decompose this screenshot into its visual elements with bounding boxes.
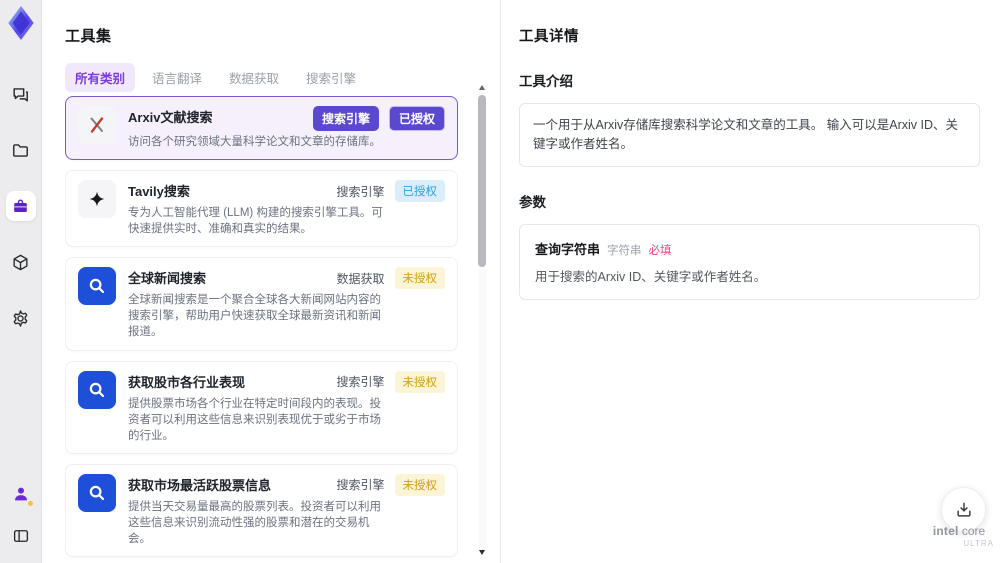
- tool-card[interactable]: 获取市场最活跃股票信息 搜索引擎 未授权 提供当天交易量最高的股票列表。投资者可…: [65, 463, 458, 558]
- tool-main: Tavily搜索 搜索引擎 已授权 专为人工智能代理 (LLM) 构建的搜索引擎…: [128, 180, 445, 237]
- gem-logo-icon: [7, 6, 34, 40]
- download-icon: [956, 502, 971, 517]
- tool-main: Arxiv文献搜索 搜索引擎 已授权 访问各个研究领域大量科学论文和文章的存储库…: [128, 106, 445, 150]
- tool-status-badge: 未授权: [394, 370, 445, 393]
- tool-main: 获取股市各行业表现 搜索引擎 未授权 提供股票市场各个行业在特定时间段内的表现。…: [128, 370, 445, 444]
- category-tabs: 所有类别 语言翻译 数据获取 搜索引擎: [65, 63, 478, 92]
- page-title: 工具集: [65, 28, 112, 45]
- bluesearch-icon: [78, 473, 116, 512]
- brand-ultra: ULTRA: [963, 539, 994, 548]
- sidebar-item-settings[interactable]: [6, 303, 36, 333]
- tool-status-badge: 已授权: [388, 106, 445, 131]
- tool-title: 获取市场最活跃股票信息: [128, 477, 272, 493]
- tool-head: Arxiv文献搜索 搜索引擎 已授权: [128, 106, 445, 131]
- sidebar-item-panel-toggle[interactable]: [6, 521, 36, 551]
- tool-title: Tavily搜索: [128, 184, 190, 200]
- tool-badges: 搜索引擎 未授权: [336, 473, 445, 496]
- tool-title: 获取股市各行业表现: [128, 374, 246, 390]
- chat-icon: [13, 87, 28, 102]
- tool-badges: 搜索引擎 未授权: [336, 370, 445, 393]
- tool-description: 提供当天交易量最高的股票列表。投资者可以利用这些信息来识别流动性强的股票和潜在的…: [128, 500, 381, 546]
- tool-status-badge: 未授权: [394, 473, 445, 496]
- tab-0[interactable]: 所有类别: [65, 63, 136, 92]
- arxiv-icon: [78, 106, 116, 144]
- tab-1[interactable]: 语言翻译: [142, 63, 212, 92]
- tool-head: 获取市场最活跃股票信息 搜索引擎 未授权: [128, 473, 445, 496]
- cube-icon: [13, 254, 28, 270]
- sparkle-icon: [89, 191, 105, 207]
- tool-badges: 搜索引擎 已授权: [336, 180, 445, 203]
- sidebar-bottom: [6, 479, 36, 551]
- param-name: 查询字符串: [535, 241, 601, 257]
- brand-core: core: [961, 524, 986, 538]
- briefcase-icon: [14, 198, 27, 212]
- tool-category-badge: 搜索引擎: [312, 106, 379, 131]
- param-description: 用于搜索的Arxiv ID、关键字或作者姓名。: [535, 269, 767, 284]
- list-scrollbar[interactable]: [478, 85, 486, 555]
- tool-category-badge: 数据获取: [336, 271, 385, 286]
- scrollbar-thumb[interactable]: [478, 95, 486, 267]
- param-required-badge: 必填: [648, 244, 672, 257]
- tool-category-badge: 搜索引擎: [336, 375, 385, 390]
- app-sidebar: [0, 0, 42, 563]
- tool-description: 全球新闻搜索是一个聚合全球各大新闻网站内容的搜索引擎，帮助用户快速获取全球最新资…: [128, 294, 381, 339]
- tab-2[interactable]: 数据获取: [219, 63, 289, 92]
- search-app-icon: [89, 382, 105, 397]
- tool-card[interactable]: 获取股市各行业表现 搜索引擎 未授权 提供股票市场各个行业在特定时间段内的表现。…: [65, 360, 458, 454]
- arxiv-chi-icon: [90, 117, 104, 133]
- param-head: 查询字符串 字符串 必填: [535, 239, 964, 258]
- params-section-label: 参数: [519, 194, 546, 210]
- tool-status-badge: 未授权: [394, 267, 445, 290]
- tool-description: 提供股票市场各个行业在特定时间段内的表现。投资者可以利用这些信息来识别表现优于或…: [128, 397, 381, 442]
- tab-3[interactable]: 搜索引擎: [296, 63, 366, 92]
- tool-description: 访问各个研究领域大量科学论文和文章的存储库。: [128, 136, 381, 148]
- sidebar-item-files[interactable]: [6, 135, 36, 165]
- tool-card[interactable]: Tavily搜索 搜索引擎 已授权 专为人工智能代理 (LLM) 构建的搜索引擎…: [65, 170, 458, 248]
- sidebar-item-models[interactable]: [6, 247, 36, 277]
- tool-title: Arxiv文献搜索: [128, 110, 213, 125]
- tool-list: Arxiv文献搜索 搜索引擎 已授权 访问各个研究领域大量科学论文和文章的存储库…: [65, 96, 478, 563]
- search-app-icon: [89, 279, 105, 294]
- tool-badges: 数据获取 未授权: [336, 267, 445, 290]
- tavily-icon: [78, 180, 116, 219]
- tool-head: 获取股市各行业表现 搜索引擎 未授权: [128, 370, 445, 393]
- tool-list-panel: 工具集 所有类别 语言翻译 数据获取 搜索引擎 Arxiv文献搜索 搜索引擎 已授权 …: [43, 0, 500, 563]
- sidebar-item-tools[interactable]: [5, 191, 36, 221]
- tool-detail-panel: 工具详情 工具介绍 一个用于从Arxiv存储库搜索科学论文和文章的工具。 输入可…: [500, 0, 1000, 563]
- search-app-icon: [89, 485, 105, 500]
- user-icon: [14, 487, 27, 501]
- tool-title: 全球新闻搜索: [128, 271, 207, 287]
- intro-box: 一个用于从Arxiv存储库搜索科学论文和文章的工具。 输入可以是Arxiv ID…: [519, 103, 980, 167]
- folder-icon: [13, 143, 28, 157]
- tool-badges: 搜索引擎 已授权: [312, 106, 445, 131]
- gear-icon: [13, 309, 28, 327]
- tool-head: 全球新闻搜索 数据获取 未授权: [128, 267, 445, 290]
- sidebar-nav: [5, 79, 36, 333]
- param-card: 查询字符串 字符串 必填 用于搜索的Arxiv ID、关键字或作者姓名。: [519, 223, 980, 300]
- tool-category-badge: 搜索引擎: [336, 478, 385, 493]
- tool-description: 专为人工智能代理 (LLM) 构建的搜索引擎工具。可快速提供实时、准确和真实的结…: [128, 207, 383, 236]
- tool-status-badge: 已授权: [394, 180, 445, 203]
- tool-main: 获取市场最活跃股票信息 搜索引擎 未授权 提供当天交易量最高的股票列表。投资者可…: [128, 473, 445, 547]
- tool-head: Tavily搜索 搜索引擎 已授权: [128, 180, 445, 203]
- detail-title: 工具详情: [519, 29, 579, 45]
- app-logo: [5, 5, 37, 41]
- bluesearch-icon: [78, 267, 116, 306]
- param-type: 字符串: [607, 244, 642, 257]
- bluesearch-icon: [78, 370, 116, 409]
- tool-card[interactable]: Arxiv文献搜索 搜索引擎 已授权 访问各个研究领域大量科学论文和文章的存储库…: [65, 96, 458, 161]
- tool-main: 全球新闻搜索 数据获取 未授权 全球新闻搜索是一个聚合全球各大新闻网站内容的搜索…: [128, 267, 445, 340]
- intro-section-label: 工具介绍: [519, 74, 573, 89]
- tool-card[interactable]: 全球新闻搜索 数据获取 未授权 全球新闻搜索是一个聚合全球各大新闻网站内容的搜索…: [65, 257, 458, 351]
- intel-core-logo: intel core ULTRA: [924, 524, 994, 548]
- scroll-up-arrow-icon[interactable]: [479, 85, 485, 90]
- panel-toggle-icon: [13, 530, 28, 542]
- sidebar-item-user[interactable]: [6, 479, 36, 509]
- status-dot: [27, 501, 33, 506]
- scroll-down-arrow-icon[interactable]: [479, 550, 485, 555]
- brand-intel: intel: [932, 524, 959, 538]
- sidebar-item-chat[interactable]: [6, 79, 36, 109]
- tool-category-badge: 搜索引擎: [336, 184, 385, 199]
